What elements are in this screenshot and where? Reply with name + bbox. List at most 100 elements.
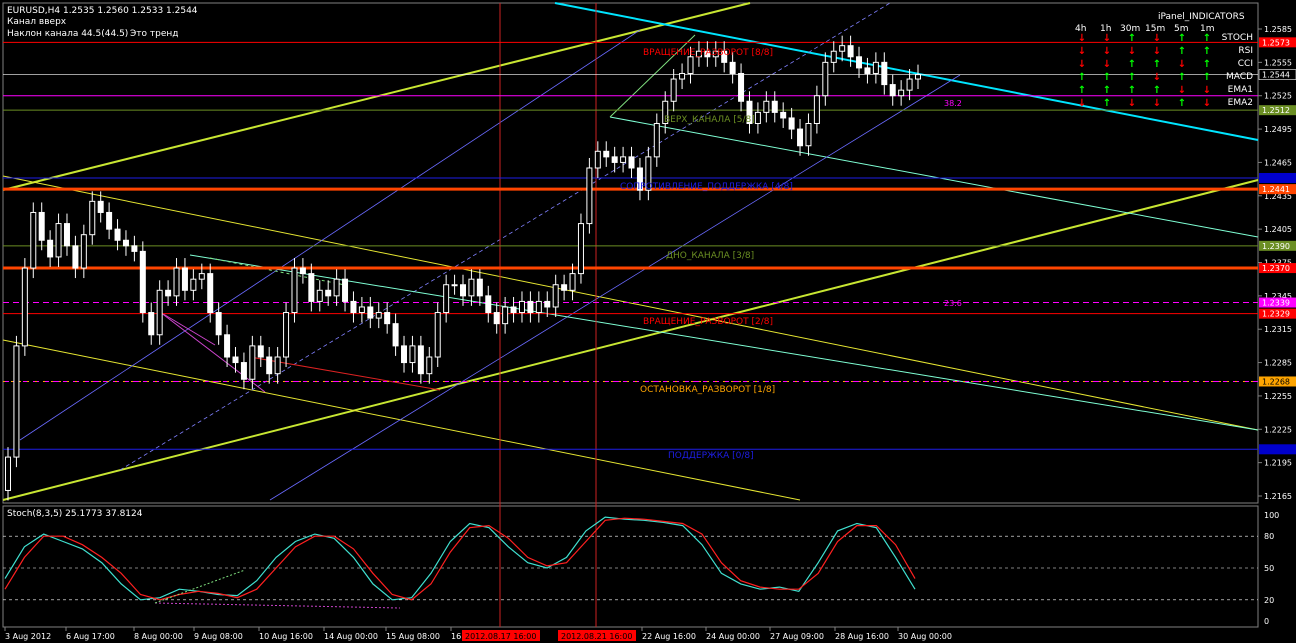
indicator-name: STOCH (1222, 33, 1253, 43)
candle-body (872, 61, 879, 74)
candle-body (72, 245, 79, 269)
candle-body (156, 289, 163, 336)
arrow-down-icon: ↓ (1178, 85, 1186, 96)
stoch-tick-label: 0 (1264, 617, 1269, 626)
candle-body (763, 100, 770, 113)
price-tick-label: 1.2495 (1264, 125, 1292, 134)
arrow-up-icon: ↑ (1078, 85, 1086, 96)
candle-body (906, 78, 913, 91)
price-badge-label: 1.2390 (1262, 242, 1290, 251)
candle-body (594, 150, 601, 169)
arrow-down-icon: ↓ (1128, 46, 1136, 57)
candle-body (485, 295, 492, 314)
arrow-up-icon: ↑ (1178, 98, 1186, 109)
price-badge-label: 1.2329 (1262, 310, 1290, 319)
candle-body (535, 300, 542, 314)
candle-body (342, 278, 349, 302)
candle-body (283, 312, 290, 358)
arrow-down-icon: ↓ (1203, 98, 1211, 109)
candle-body (190, 278, 197, 291)
candle-body (603, 150, 610, 158)
candle-body (754, 111, 761, 125)
murrey-label-3-8: ДНО_КАНАЛА [3/8] (666, 251, 754, 261)
murrey-label-2-8: ВРАЩЕНИЕ_РАЗВОРОТ [2/8] (643, 317, 773, 327)
candle-body (881, 61, 888, 86)
indicator-name: RSI (1238, 46, 1253, 56)
candle-body (813, 95, 820, 125)
trendline (159, 311, 266, 393)
arrow-down-icon: ↓ (1078, 46, 1086, 57)
candle-body (55, 223, 62, 258)
arrow-up-icon: ↑ (1203, 46, 1211, 57)
candle-body (308, 273, 315, 302)
indicator-name: EMA1 (1228, 85, 1253, 95)
stoch-tick-label: 50 (1264, 564, 1274, 573)
candle-body (687, 56, 694, 74)
candle-body (822, 61, 829, 97)
price-chart[interactable]: EURUSD,H4 1.2535 1.2560 1.2533 1.2544 Ка… (0, 0, 1296, 643)
candle-body (527, 300, 534, 314)
price-tick-label: 1.2585 (1264, 25, 1292, 34)
candle-body (232, 356, 239, 364)
candle-body (266, 356, 273, 375)
candle-body (5, 456, 11, 491)
candle-body (460, 284, 466, 297)
candle-body (358, 306, 365, 314)
arrow-up-icon: ↑ (1178, 46, 1186, 57)
price-badge-label: 1.2512 (1262, 106, 1290, 115)
trend-label: Это тренд (130, 29, 179, 39)
arrow-up-icon: ↑ (1178, 72, 1186, 83)
chart-window[interactable]: EURUSD,H4 1.2535 1.2560 1.2533 1.2544 Ка… (0, 0, 1296, 643)
candle-body (375, 312, 382, 319)
main-pane-border (2, 2, 1259, 504)
arrow-down-icon: ↓ (1128, 98, 1136, 109)
indicator-panel-title: iPanel_INDICATORS (1158, 12, 1245, 22)
trendline (119, 2, 891, 471)
arrow-up-icon: ↑ (1103, 98, 1111, 109)
channel-label: Канал вверх (7, 17, 67, 27)
time-tick-label: 22 Aug 16:00 (642, 632, 696, 641)
candle-body (316, 289, 323, 302)
arrow-up-icon: ↑ (1178, 33, 1186, 44)
price-tick-label: 1.2195 (1264, 459, 1292, 468)
candle-body (898, 89, 905, 97)
murrey-label-1-8: ОСТАНОВКА_РАЗВОРОТ [1/8] (640, 385, 775, 395)
candle-body (780, 111, 787, 119)
arrow-up-icon: ↑ (1203, 59, 1211, 70)
arrow-down-icon: ↓ (1103, 59, 1111, 70)
arrow-up-icon: ↑ (1128, 85, 1136, 96)
price-tick-label: 1.2555 (1264, 58, 1292, 67)
time-tick-label: 6 Aug 17:00 (66, 632, 115, 641)
candle-body (502, 306, 509, 325)
arrow-up-icon: ↑ (1103, 72, 1111, 83)
candle-body (628, 156, 635, 169)
fib-label-38-2: 38.2 (944, 99, 962, 108)
candle-body (333, 278, 340, 297)
candle-body (493, 312, 500, 325)
indicator-name: MACD (1226, 72, 1253, 82)
candle-body (21, 267, 28, 347)
price-axis: 1.25851.25551.25251.24951.24651.24351.24… (1258, 25, 1292, 501)
price-tick-label: 1.2315 (1264, 325, 1292, 334)
stoch-divergence-line (154, 602, 401, 609)
price-tick-label: 1.2255 (1264, 392, 1292, 401)
arrow-up-icon: ↑ (1203, 33, 1211, 44)
symbol-line: EURUSD,H4 1.2535 1.2560 1.2533 1.2544 (7, 6, 198, 16)
candle-body (240, 362, 247, 380)
candle-body (215, 312, 222, 336)
candle-body (839, 45, 846, 52)
candle-body (47, 239, 54, 258)
candle-body (299, 267, 306, 275)
price-tick-label: 1.2285 (1264, 359, 1292, 368)
arrow-up-icon: ↑ (1128, 33, 1136, 44)
stoch-header: Stoch(8,3,5) 25.1773 37.8124 (7, 509, 143, 519)
price-tick-label: 1.2165 (1264, 492, 1292, 501)
arrow-down-icon: ↓ (1178, 59, 1186, 70)
time-tick-label: 3 Aug 2012 (5, 632, 51, 641)
price-badge-label: 1.2268 (1262, 377, 1290, 386)
price-badge-label: 1.2451 (1262, 174, 1290, 183)
candle-body (476, 278, 483, 297)
trendline (269, 74, 961, 501)
slope-label: Наклон канала 44.5(44.5) (7, 29, 128, 39)
time-tick-label: 27 Aug 09:00 (770, 632, 824, 641)
